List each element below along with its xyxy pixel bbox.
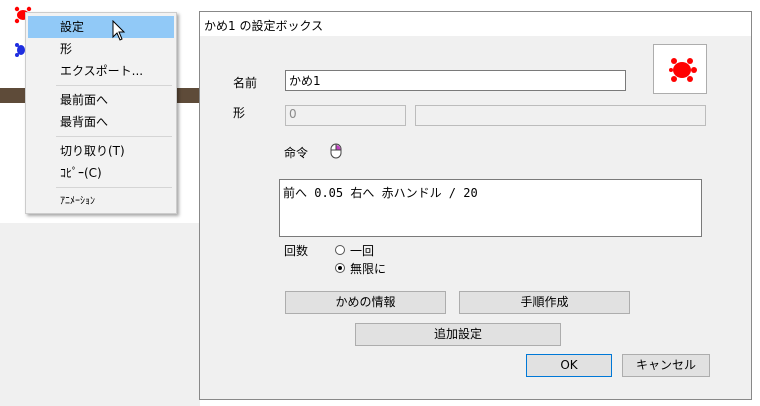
radio-infinite-label[interactable]: 無限に — [350, 260, 386, 277]
menu-item-export[interactable]: エクスポート... — [28, 60, 174, 82]
menu-separator — [56, 85, 172, 86]
menu-item-settings[interactable]: 設定 — [28, 16, 174, 38]
additional-settings-button[interactable]: 追加設定 — [355, 323, 561, 346]
menu-item-animation[interactable]: ｱﾆﾒｰｼｮﾝ — [28, 191, 174, 213]
menu-item-send-back[interactable]: 最背面へ — [28, 111, 174, 133]
name-input[interactable]: かめ1 — [285, 70, 626, 91]
radio-once[interactable] — [335, 245, 345, 255]
menu-item-shape[interactable]: 形 — [28, 38, 174, 60]
turtle-info-button[interactable]: かめの情報 — [285, 291, 446, 314]
menu-separator — [56, 136, 172, 137]
menu-item-bring-front[interactable]: 最前面へ — [28, 89, 174, 111]
ok-button[interactable]: OK — [526, 354, 612, 377]
turtle-preview — [653, 44, 707, 94]
shape-name-input — [415, 105, 706, 126]
menu-item-copy[interactable]: ｺﾋﾟｰ(C) — [28, 162, 174, 184]
mouse-icon[interactable] — [330, 143, 342, 159]
radio-once-label[interactable]: 一回 — [350, 242, 374, 259]
procedure-button[interactable]: 手順作成 — [459, 291, 630, 314]
turtle-preview-icon — [669, 58, 697, 82]
command-label: 命令 — [284, 146, 309, 160]
canvas-lower-area — [0, 223, 200, 406]
dialog-title: かめ1 の設定ボックス — [204, 19, 324, 33]
command-textarea[interactable]: 前へ 0.05 右へ 赤ハンドル / 20 — [279, 179, 702, 237]
cancel-button[interactable]: キャンセル — [622, 354, 710, 377]
menu-separator — [56, 187, 172, 188]
name-label: 名前 — [233, 76, 258, 90]
shape-number-input: 0 — [285, 105, 406, 126]
radio-infinite[interactable] — [335, 263, 345, 273]
shape-label: 形 — [233, 106, 246, 120]
menu-item-cut[interactable]: 切り取り(T) — [28, 140, 174, 162]
context-menu: 設定 形 エクスポート... 最前面へ 最背面へ 切り取り(T) ｺﾋﾟｰ(C)… — [25, 12, 177, 214]
mouse-cursor-icon — [112, 20, 126, 41]
dialog-titlebar[interactable]: かめ1 の設定ボックス — [200, 12, 751, 36]
turtle-settings-dialog: かめ1 の設定ボックス 名前 かめ1 形 0 命令 前へ 0.05 右へ 赤ハン… — [199, 11, 752, 400]
count-label: 回数 — [284, 244, 309, 258]
